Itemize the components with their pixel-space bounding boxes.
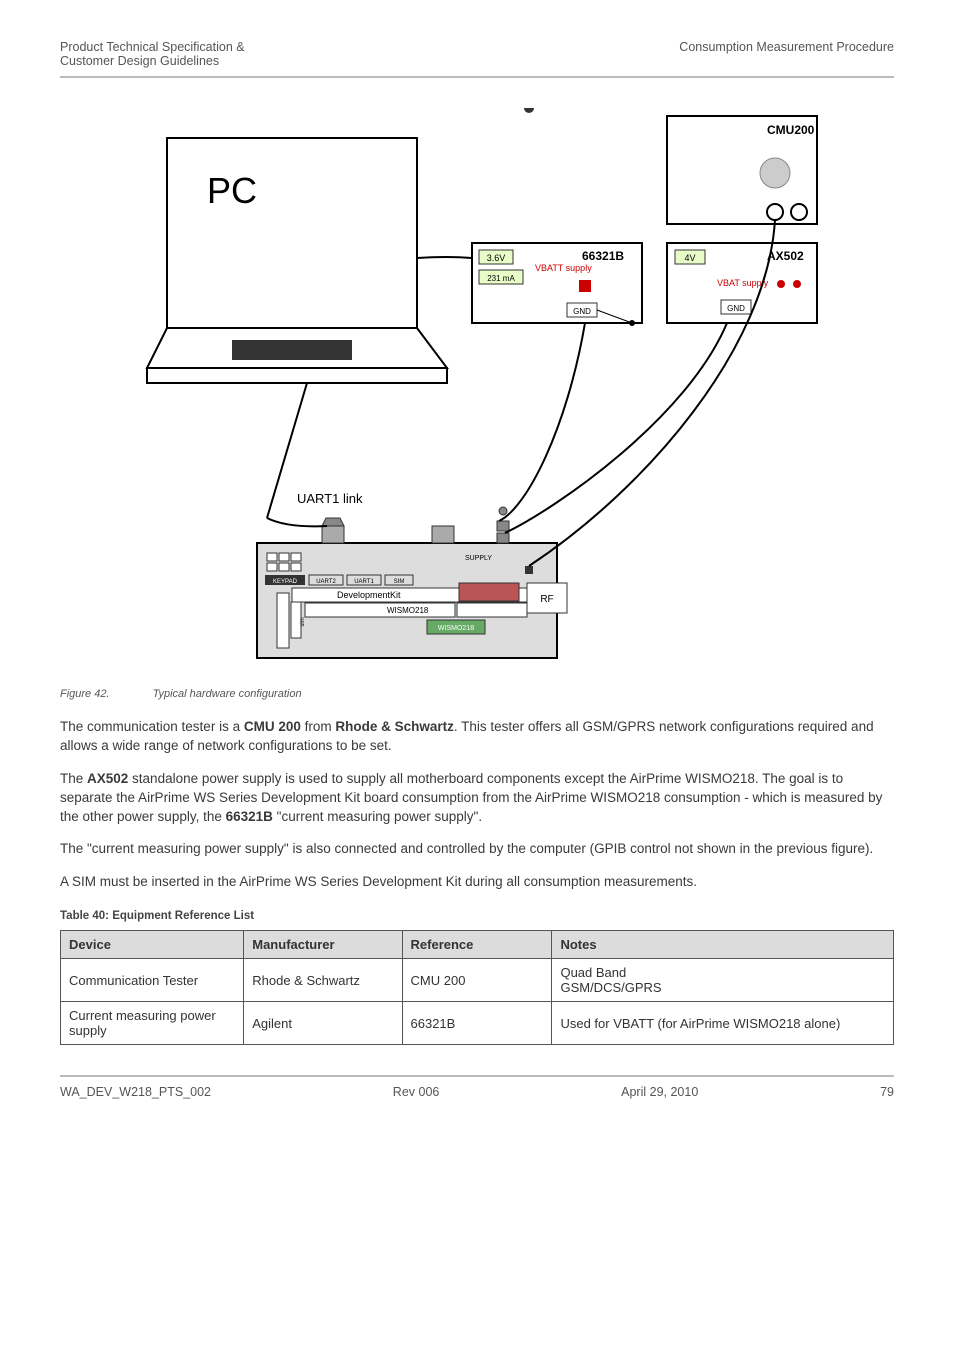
devkit-label: DevelopmentKit xyxy=(337,590,401,600)
231ma-label: 231 mA xyxy=(487,274,515,283)
paragraph-2: The AX502 standalone power supply is use… xyxy=(60,770,894,827)
uart1-link-label: UART1 link xyxy=(297,491,363,506)
figure-caption: Figure 42. Typical hardware configuratio… xyxy=(60,688,894,700)
footer-divider xyxy=(60,1075,894,1077)
footer-left: WA_DEV_W218_PTS_002 xyxy=(60,1085,211,1099)
th-device: Device xyxy=(61,931,244,959)
table-title: Table 40: Equipment Reference List xyxy=(60,910,894,922)
header-right: Consumption Measurement Procedure xyxy=(679,40,894,68)
supply-small-label: SUPPLY xyxy=(465,555,492,562)
ax502-label: AX502 xyxy=(767,249,804,263)
wismo1-label: WISMO218 xyxy=(387,606,429,615)
table-row: Communication Tester Rhode & Schwartz CM… xyxy=(61,959,894,1002)
header-divider xyxy=(60,76,894,78)
cell-reference: CMU 200 xyxy=(402,959,552,1002)
page-footer: WA_DEV_W218_PTS_002 Rev 006 April 29, 20… xyxy=(60,1085,894,1099)
sim-small-label: SIM xyxy=(394,579,405,585)
uart2-small-label: UART2 xyxy=(316,579,336,585)
cell-manufacturer: Agilent xyxy=(244,1002,402,1045)
figure-title: Typical hardware configuration xyxy=(153,688,302,700)
p1d: Rhode & Schwartz xyxy=(335,719,454,734)
3-6v-label: 3.6V xyxy=(487,253,506,263)
4v-label: 4V xyxy=(684,253,695,263)
paragraph-1: The communication tester is a CMU 200 fr… xyxy=(60,718,894,756)
cell-notes: Used for VBATT (for AirPrime WISMO218 al… xyxy=(552,1002,894,1045)
header-left-line1: Product Technical Specification & xyxy=(60,40,245,54)
p2b: AX502 xyxy=(87,771,128,786)
cell-device: Communication Tester xyxy=(61,959,244,1002)
cell-manufacturer: Rhode & Schwartz xyxy=(244,959,402,1002)
p1c: from xyxy=(301,719,336,734)
p2d: 66321B xyxy=(226,809,273,824)
footer-center: Rev 006 xyxy=(393,1085,440,1099)
footer-right: April 29, 2010 xyxy=(621,1085,698,1099)
cell-reference: 66321B xyxy=(402,1002,552,1045)
th-notes: Notes xyxy=(552,931,894,959)
p2a: The xyxy=(60,771,87,786)
table-header-row: Device Manufacturer Reference Notes xyxy=(61,931,894,959)
p1b: CMU 200 xyxy=(244,719,301,734)
pc-label: PC xyxy=(207,170,257,211)
paragraph-4: A SIM must be inserted in the AirPrime W… xyxy=(60,873,894,892)
sim2-label: sim xyxy=(300,617,306,626)
hardware-config-diagram: PC CMU200 AX502 4V V xyxy=(127,108,827,668)
p1a: The communication tester is a xyxy=(60,719,244,734)
th-reference: Reference xyxy=(402,931,552,959)
header-left-line2: Customer Design Guidelines xyxy=(60,54,219,68)
vbatt-supply-label: VBATT supply xyxy=(535,263,592,273)
rf-label: RF xyxy=(540,594,553,605)
wismo2-label: WISMO218 xyxy=(438,625,474,632)
keypad-label: KEYPAD xyxy=(273,579,298,585)
cmu200-label: CMU200 xyxy=(767,123,815,137)
p2e: "current measuring power supply". xyxy=(273,809,482,824)
cell-device: Current measuring power supply xyxy=(61,1002,244,1045)
th-manufacturer: Manufacturer xyxy=(244,931,402,959)
equipment-table: Device Manufacturer Reference Notes Comm… xyxy=(60,930,894,1045)
cell-notes: Quad Band GSM/DCS/GPRS xyxy=(552,959,894,1002)
table-row: Current measuring power supply Agilent 6… xyxy=(61,1002,894,1045)
66321b-label: 66321B xyxy=(582,249,624,263)
gnd-66321b-label: GND xyxy=(573,307,591,316)
figure-number: Figure 42. xyxy=(60,688,110,700)
uart1-small-label: UART1 xyxy=(354,579,374,585)
page-header: Product Technical Specification & Custom… xyxy=(60,40,894,68)
gnd-ax502-label: GND xyxy=(727,304,745,313)
footer-page: 79 xyxy=(880,1085,894,1099)
paragraph-3: The "current measuring power supply" is … xyxy=(60,840,894,859)
